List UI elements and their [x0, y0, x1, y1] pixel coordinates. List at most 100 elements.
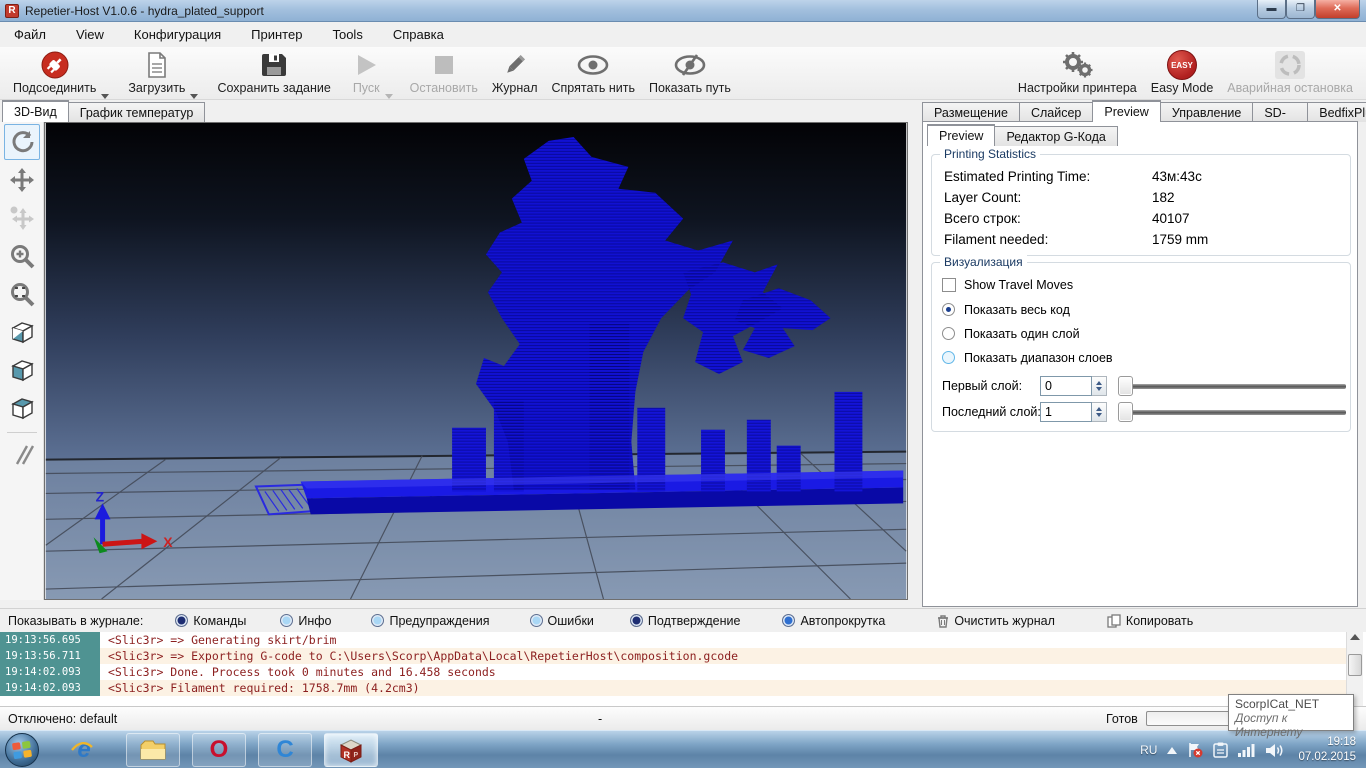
menu-help[interactable]: Справка: [393, 27, 444, 42]
load-button[interactable]: Загрузить: [121, 49, 192, 96]
log-area[interactable]: 19:13:56.695 <Slic3r> => Generating skir…: [0, 632, 1366, 706]
toggle-acknowledge[interactable]: Подтверждение: [630, 614, 741, 628]
copy-log-button[interactable]: Копировать: [1107, 614, 1193, 628]
language-indicator[interactable]: RU: [1140, 743, 1157, 757]
show-travel-label: Показать путь: [649, 81, 731, 95]
toggle-errors[interactable]: Ошибки: [530, 614, 594, 628]
taskbar-explorer[interactable]: [126, 733, 180, 767]
connect-button[interactable]: Подсоединить: [6, 49, 103, 96]
save-job-button[interactable]: Сохранить задание: [210, 49, 337, 96]
action-center-flag-icon[interactable]: [1187, 742, 1203, 758]
opera-icon: O: [210, 738, 229, 762]
tray-expand-icon[interactable]: [1167, 747, 1177, 754]
viewport-3d[interactable]: Z X: [44, 122, 908, 600]
play-icon: [353, 50, 379, 80]
taskbar-c-app[interactable]: C: [258, 733, 312, 767]
stat-label: Всего строк:: [944, 211, 1021, 226]
pan-icon: [9, 167, 35, 193]
subtab-gcode-editor[interactable]: Редактор G-Кода: [994, 126, 1117, 146]
printing-statistics-title: Printing Statistics: [940, 147, 1040, 161]
toggle-info[interactable]: Инфо: [280, 614, 331, 628]
status-center: -: [598, 712, 602, 726]
show-travel-button[interactable]: Показать путь: [642, 49, 738, 96]
fit-view-button[interactable]: [4, 276, 40, 312]
last-layer-slider-handle[interactable]: [1118, 402, 1133, 422]
load-dropdown-icon[interactable]: [190, 94, 198, 99]
first-layer-slider-handle[interactable]: [1118, 376, 1133, 396]
save-job-label: Сохранить задание: [217, 81, 330, 95]
first-layer-input[interactable]: 0: [1040, 376, 1092, 396]
zoom-in-button[interactable]: [4, 238, 40, 274]
desktop: R Repetier-Host V1.0.6 - hydra_plated_su…: [0, 0, 1366, 768]
log-message: <Slic3r> => Generating skirt/brim: [108, 632, 336, 647]
trash-icon: [937, 614, 949, 628]
acknowledge-toggle-icon: [630, 614, 643, 627]
pan-view-button[interactable]: [4, 162, 40, 198]
preview-page: Preview Редактор G-Кода Printing Statist…: [922, 121, 1358, 607]
network-name: ScorpICat_NET: [1235, 697, 1347, 711]
front-view-button[interactable]: [4, 352, 40, 388]
first-layer-slider[interactable]: [1124, 384, 1346, 389]
show-travel-moves-checkbox[interactable]: [942, 278, 956, 292]
tab-bedfix-plugin[interactable]: BedfixPlugin: [1307, 102, 1366, 122]
volume-icon[interactable]: [1266, 743, 1284, 758]
show-layer-range-label: Показать диапазон слоев: [964, 351, 1113, 365]
maximize-button[interactable]: ❐: [1286, 0, 1315, 19]
tab-control[interactable]: Управление: [1160, 102, 1254, 122]
show-all-code-radio[interactable]: [942, 303, 955, 316]
start-dropdown-icon: [385, 94, 393, 99]
iso-view-button[interactable]: [4, 314, 40, 350]
tab-temp-graph[interactable]: График температур: [68, 102, 206, 122]
show-single-layer-radio[interactable]: [942, 327, 955, 340]
eye-slash-icon: [673, 50, 707, 80]
document-icon: [145, 50, 169, 80]
connect-dropdown-icon[interactable]: [101, 94, 109, 99]
menu-view[interactable]: View: [76, 27, 104, 42]
stop-icon: [433, 50, 455, 80]
show-layer-range-radio[interactable]: [942, 351, 955, 364]
right-tab-strip: Размещение объекта Слайсер Preview Управ…: [922, 100, 1366, 122]
toggle-autoscroll[interactable]: Автопрокрутка: [782, 614, 885, 628]
status-bar: Отключено: default - Готов: [0, 706, 1366, 730]
tab-preview[interactable]: Preview: [1092, 100, 1160, 122]
taskbar-repetier-host[interactable]: RP: [324, 733, 378, 767]
clipboard-icon[interactable]: [1213, 742, 1228, 758]
tab-3d-view[interactable]: 3D-Вид: [2, 100, 69, 122]
hide-filament-button[interactable]: Спрятать нить: [545, 49, 642, 96]
tab-slicer[interactable]: Слайсер: [1019, 102, 1093, 122]
rotate-view-button[interactable]: [4, 124, 40, 160]
toggle-warnings[interactable]: Предупраждения: [371, 614, 489, 628]
menu-tools[interactable]: Tools: [332, 27, 362, 42]
toggle-commands[interactable]: Команды: [175, 614, 246, 628]
clock[interactable]: 19:18 07.02.2015: [1298, 735, 1356, 765]
scroll-up-icon[interactable]: [1350, 634, 1360, 640]
taskbar-opera[interactable]: O: [192, 733, 246, 767]
menu-printer[interactable]: Принтер: [251, 27, 302, 42]
printer-settings-button[interactable]: Настройки принтера: [1011, 49, 1144, 96]
last-layer-input[interactable]: 1: [1040, 402, 1092, 422]
stop-button: Остановить: [403, 49, 485, 96]
last-layer-slider[interactable]: [1124, 410, 1346, 415]
first-layer-stepper[interactable]: [1092, 376, 1107, 396]
start-button[interactable]: [5, 733, 39, 767]
zoom-fit-icon: [9, 281, 35, 307]
plug-icon: [40, 50, 70, 80]
parallel-projection-button[interactable]: [4, 437, 40, 473]
minimize-button[interactable]: ▬: [1257, 0, 1286, 19]
scroll-thumb[interactable]: [1348, 654, 1362, 676]
tab-sd-card[interactable]: SD-карта: [1252, 102, 1308, 122]
taskbar-internet-explorer[interactable]: e: [58, 733, 112, 767]
tab-object-placement[interactable]: Размещение объекта: [922, 102, 1020, 122]
clear-log-button[interactable]: Очистить журнал: [937, 614, 1055, 628]
log-toggle-button[interactable]: Журнал: [485, 49, 545, 96]
menu-file[interactable]: Файл: [14, 27, 46, 42]
close-button[interactable]: ✕: [1315, 0, 1360, 19]
top-view-button[interactable]: [4, 390, 40, 426]
last-layer-stepper[interactable]: [1092, 402, 1107, 422]
subtab-preview[interactable]: Preview: [927, 124, 995, 146]
errors-toggle-icon: [530, 614, 543, 627]
view-tab-strip: 3D-Вид График температур: [2, 100, 204, 122]
menu-config[interactable]: Конфигурация: [134, 27, 221, 42]
network-signal-icon[interactable]: [1238, 743, 1256, 757]
easy-mode-button[interactable]: EASY Easy Mode: [1144, 49, 1221, 96]
